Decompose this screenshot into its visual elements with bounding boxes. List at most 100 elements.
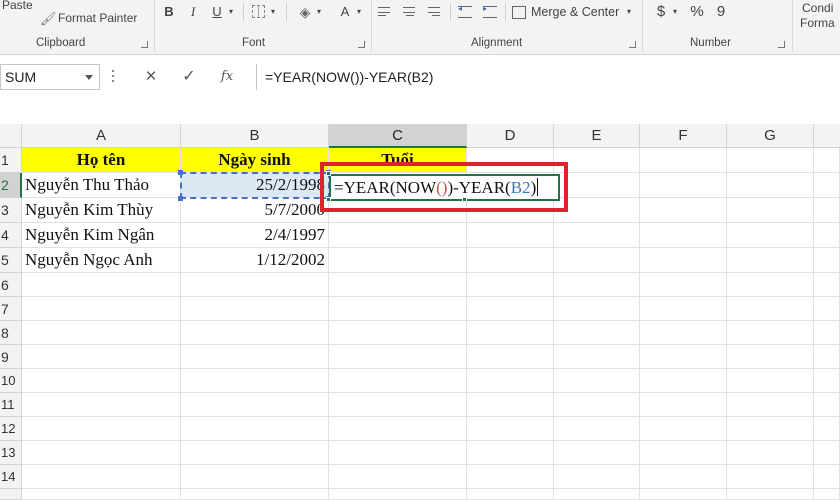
name-box[interactable]: SUM (0, 64, 100, 90)
cell-a5[interactable]: Nguyễn Ngọc Anh (22, 248, 181, 273)
merge-dropdown-icon[interactable]: ▾ (627, 7, 631, 16)
merge-center-label: Merge & Center (531, 5, 620, 19)
font-color-button[interactable]: A (336, 2, 354, 22)
formula-bar-grip-icon[interactable] (112, 70, 115, 84)
currency-button[interactable]: $ (654, 2, 668, 22)
paint-bucket-icon: ◈ (299, 4, 311, 20)
gridline-horizontal (22, 296, 840, 297)
comma-style-button[interactable]: 9 (714, 2, 728, 22)
cell-a1[interactable]: Họ tên (22, 148, 181, 173)
column-header-e[interactable]: E (554, 124, 640, 148)
reference-handle[interactable] (178, 196, 183, 201)
increase-indent-button[interactable]: ▸ (483, 4, 497, 18)
formula-input[interactable]: =YEAR(NOW())-YEAR(B2) (256, 64, 840, 90)
borders-dropdown-icon[interactable]: ▾ (268, 2, 278, 22)
column-header-f[interactable]: F (640, 124, 727, 148)
gridline-horizontal (22, 392, 840, 393)
decrease-indent-button[interactable]: ◂ (458, 4, 472, 18)
row-header-9[interactable]: 9 (0, 345, 22, 369)
divider (243, 3, 244, 21)
ribbon: Paste 🖌 Format Painter Clipboard B I U ▾… (0, 0, 840, 55)
column-header-d[interactable]: D (467, 124, 554, 148)
align-center-button[interactable] (403, 6, 417, 18)
row-header-14[interactable]: 14 (0, 465, 22, 489)
reference-handle[interactable] (178, 170, 183, 175)
column-header-a[interactable]: A (22, 124, 181, 148)
cell-b5[interactable]: 1/12/2002 (181, 248, 329, 273)
currency-dropdown-icon[interactable]: ▾ (670, 2, 680, 22)
cell-b4[interactable]: 2/4/1997 (181, 223, 329, 248)
row-header-15[interactable] (0, 489, 22, 500)
align-center-icon (403, 7, 415, 13)
row-header-10[interactable]: 10 (0, 369, 22, 393)
row-header-2[interactable]: 2 (0, 173, 22, 198)
align-left-icon (378, 7, 390, 13)
cell-a2[interactable]: Nguyễn Thu Thảo (22, 173, 181, 198)
group-divider (371, 0, 372, 52)
fill-color-dropdown-icon[interactable]: ▾ (314, 2, 324, 22)
font-launcher-icon[interactable] (358, 41, 365, 48)
gridline-horizontal (22, 464, 840, 465)
percent-button[interactable]: % (688, 2, 706, 22)
highlight-annotation-box (320, 162, 568, 212)
column-header-h[interactable] (814, 124, 840, 148)
insert-function-icon[interactable]: fx (212, 64, 242, 90)
align-right-icon (428, 7, 440, 13)
row-header-12[interactable]: 12 (0, 417, 22, 441)
b2-reference-border (180, 172, 330, 199)
group-divider (642, 0, 643, 52)
gridline-horizontal (22, 488, 840, 489)
chevron-down-icon[interactable] (85, 75, 93, 80)
column-header-c[interactable]: C (329, 124, 467, 148)
row-header-7[interactable]: 7 (0, 297, 22, 321)
formula-bar: SUM × ✓ fx =YEAR(NOW())-YEAR(B2) (0, 56, 840, 122)
row-header-13[interactable]: 13 (0, 441, 22, 465)
font-group-label: Font (242, 37, 266, 49)
cell-b1[interactable]: Ngày sinh (181, 148, 329, 173)
borders-button[interactable] (252, 5, 265, 18)
conditional-label-line1: Condi (802, 1, 834, 15)
row-header-3[interactable]: 3 (0, 198, 22, 223)
column-header-b[interactable]: B (181, 124, 329, 148)
gridline-horizontal (22, 344, 840, 345)
enter-icon[interactable]: ✓ (174, 64, 204, 90)
italic-button[interactable]: I (184, 2, 202, 22)
row-header-8[interactable]: 8 (0, 321, 22, 345)
column-header-g[interactable]: G (727, 124, 814, 148)
gridline-vertical (639, 148, 640, 500)
divider (450, 3, 451, 21)
gridline-horizontal (22, 440, 840, 441)
gridline-vertical (726, 148, 727, 500)
merge-center-button[interactable]: Merge & Center ▾ (512, 3, 634, 23)
alignment-launcher-icon[interactable] (629, 41, 636, 48)
align-right-button[interactable] (428, 6, 442, 18)
cell-a4[interactable]: Nguyễn Kim Ngân (22, 223, 181, 248)
formula-bar-buttons: × ✓ fx (130, 64, 252, 90)
paintbrush-icon: 🖌 (40, 11, 57, 26)
select-all-button[interactable] (0, 124, 22, 148)
paste-button[interactable]: Paste (2, 0, 33, 12)
row-header-6[interactable]: 6 (0, 273, 22, 297)
row-header-11[interactable]: 11 (0, 393, 22, 417)
row-header-1[interactable]: 1 (0, 148, 22, 173)
borders-icon (258, 6, 259, 17)
row-header-4[interactable]: 4 (0, 223, 22, 248)
group-divider (154, 0, 155, 52)
clipboard-group-label: Clipboard (36, 37, 86, 49)
font-color-dropdown-icon[interactable]: ▾ (354, 2, 364, 22)
number-group-label: Number (690, 37, 731, 49)
conditional-label-line2: Forma (800, 16, 835, 30)
cell-a3[interactable]: Nguyễn Kim Thùy (22, 198, 181, 223)
fill-color-button[interactable]: ◈ (296, 2, 314, 22)
conditional-formatting-button[interactable]: Condi Forma (800, 0, 840, 34)
cancel-icon[interactable]: × (136, 64, 166, 90)
underline-button[interactable]: U (208, 2, 226, 22)
cell-b3[interactable]: 5/7/2000 (181, 198, 329, 223)
row-header-5[interactable]: 5 (0, 248, 22, 273)
alignment-group-label: Alignment (471, 37, 523, 49)
align-left-button[interactable] (378, 6, 392, 18)
underline-dropdown-icon[interactable]: ▾ (226, 2, 236, 22)
bold-button[interactable]: B (160, 2, 178, 22)
clipboard-launcher-icon[interactable] (141, 41, 148, 48)
number-launcher-icon[interactable] (778, 41, 785, 48)
